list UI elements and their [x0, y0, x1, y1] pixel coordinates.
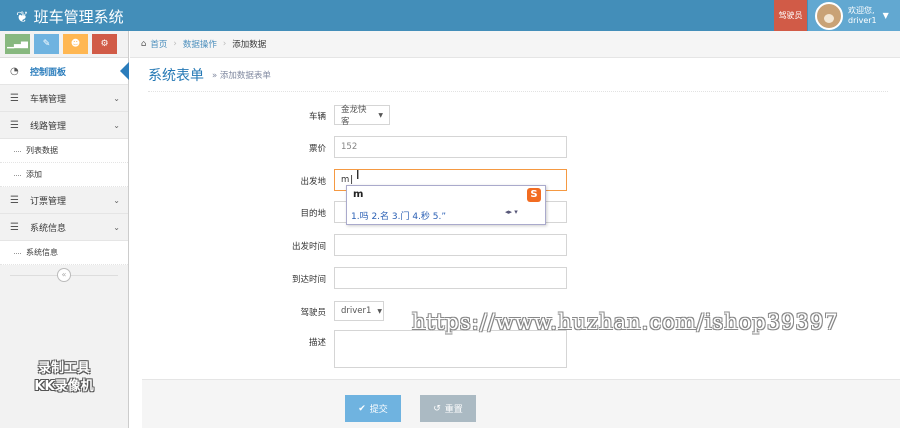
- arrive-time-input[interactable]: [334, 267, 567, 289]
- sidebar-collapse[interactable]: «: [0, 265, 128, 285]
- brand[interactable]: ❦ 班车管理系统: [16, 6, 124, 27]
- submit-button-label: 提交: [369, 405, 388, 415]
- destination-label: 目的地: [300, 209, 326, 219]
- recorder-watermark: 录制工具 KK录像机: [12, 360, 116, 396]
- text-cursor-icon: |: [350, 175, 354, 185]
- check-icon: ✔: [358, 403, 366, 414]
- chevron-down-icon: ⌄: [113, 195, 120, 205]
- role-button[interactable]: 驾驶员: [774, 0, 807, 31]
- description-label: 描述: [308, 338, 326, 348]
- depart-time-input[interactable]: [334, 234, 567, 256]
- app-title: 班车管理系统: [33, 8, 124, 26]
- sidebar-item-label: 控制面板: [30, 67, 67, 78]
- sogou-logo-icon: S: [527, 188, 541, 202]
- list-icon: ☰: [10, 92, 19, 104]
- vehicle-select[interactable]: 金龙快客 ▼: [334, 105, 390, 127]
- breadcrumb: ⌂ 首页 › 数据操作 › 添加数据: [130, 31, 900, 58]
- sidebar-item-dashboard[interactable]: ◔ 控制面板: [0, 58, 129, 85]
- sidebar-item-vehicles[interactable]: ☰ 车辆管理 ⌄: [0, 85, 128, 112]
- cogs-icon[interactable]: ⚙: [92, 34, 117, 54]
- submenu-item-system-info[interactable]: 系统信息: [0, 241, 128, 265]
- page-title: 系统表单: [148, 67, 204, 84]
- home-icon: ⌂: [141, 39, 147, 49]
- driver-select-value: driver1: [341, 306, 372, 316]
- vehicle-select-value: 金龙快客: [341, 105, 367, 127]
- submenu-item-list-data[interactable]: 列表数据: [0, 139, 128, 163]
- caret-down-icon: ▼: [377, 307, 383, 315]
- dashboard-icon: ◔: [10, 65, 19, 77]
- vehicle-label: 车辆: [308, 112, 326, 122]
- shortcut-buttons: ▁▃▅ ✎ ☻ ⚙: [0, 31, 128, 58]
- list-icon: ☰: [10, 119, 19, 131]
- description-textarea[interactable]: [334, 330, 567, 368]
- user-menu[interactable]: 欢迎您, driver1 ▼: [808, 0, 900, 31]
- signal-icon[interactable]: ▁▃▅: [5, 34, 30, 54]
- sidebar-item-system-info[interactable]: ☰ 系统信息 ⌄: [0, 214, 128, 241]
- page-subtitle: » 添加数据表单: [212, 70, 271, 81]
- reset-button[interactable]: ↺ 重置: [420, 395, 476, 422]
- breadcrumb-current: 添加数据: [232, 40, 267, 50]
- double-chevron-left-icon: «: [57, 268, 71, 282]
- ime-composition: m: [353, 189, 364, 200]
- username: driver1: [848, 15, 877, 25]
- sidebar-item-label: 系统信息: [30, 223, 67, 234]
- price-label: 票价: [308, 144, 326, 154]
- departure-input-value: m: [341, 175, 350, 185]
- list-icon: ☰: [10, 194, 19, 206]
- users-icon[interactable]: ☻: [63, 34, 88, 54]
- chevron-down-icon: ⌄: [113, 222, 120, 232]
- driver-select[interactable]: driver1 ▼: [334, 301, 384, 321]
- breadcrumb-home[interactable]: 首页: [150, 38, 167, 50]
- breadcrumb-section[interactable]: 数据操作: [183, 38, 217, 50]
- caret-down-icon: ▼: [378, 111, 383, 119]
- sidebar-item-tickets[interactable]: ☰ 订票管理 ⌄: [0, 187, 128, 214]
- reset-button-label: 重置: [444, 405, 463, 415]
- recorder-watermark-line2: KK录像机: [34, 379, 94, 394]
- ime-candidate-popup: m S 1.吗 2.名 3.门 4.秒 5.” ◂▸ ▾: [346, 185, 546, 225]
- page-header: 系统表单 » 添加数据表单: [148, 58, 888, 92]
- depart-time-label: 出发时间: [291, 242, 326, 252]
- sidebar-item-label: 订票管理: [30, 196, 67, 207]
- sidebar-item-routes[interactable]: ☰ 线路管理 ⌄: [0, 112, 128, 139]
- leaf-icon: ❦: [16, 7, 29, 26]
- ime-candidates[interactable]: 1.吗 2.名 3.门 4.秒 5.”: [351, 209, 446, 222]
- driver-label: 驾驶员: [300, 308, 326, 318]
- chevron-down-icon: ⌄: [113, 93, 120, 103]
- url-watermark: https://www.huzhan.com/ishop39397: [412, 310, 839, 334]
- departure-label: 出发地: [300, 177, 326, 187]
- avatar: [815, 1, 843, 30]
- ime-page-arrows-icon[interactable]: ◂▸ ▾: [505, 208, 518, 216]
- undo-icon: ↺: [433, 403, 441, 414]
- price-input[interactable]: 152: [334, 136, 567, 158]
- breadcrumb-separator-icon: ›: [222, 39, 227, 49]
- arrive-time-label: 到达时间: [291, 275, 326, 285]
- pencil-icon[interactable]: ✎: [34, 34, 59, 54]
- chevron-down-icon: ⌄: [113, 120, 120, 130]
- form-actions: ✔ 提交 ↺ 重置: [142, 379, 900, 428]
- welcome-text: 欢迎您,: [848, 5, 875, 15]
- sidebar-item-label: 线路管理: [30, 121, 67, 132]
- submenu-item-add[interactable]: 添加: [0, 163, 128, 187]
- caret-down-icon: ▼: [882, 10, 889, 20]
- breadcrumb-separator-icon: ›: [173, 39, 177, 49]
- submit-button[interactable]: ✔ 提交: [345, 395, 401, 422]
- recorder-watermark-line1: 录制工具: [37, 361, 90, 376]
- i-beam-cursor-icon: I: [356, 168, 360, 182]
- top-navbar: ❦ 班车管理系统 驾驶员 欢迎您, driver1 ▼: [0, 0, 900, 31]
- list-icon: ☰: [10, 221, 19, 233]
- sidebar-item-label: 车辆管理: [30, 94, 67, 105]
